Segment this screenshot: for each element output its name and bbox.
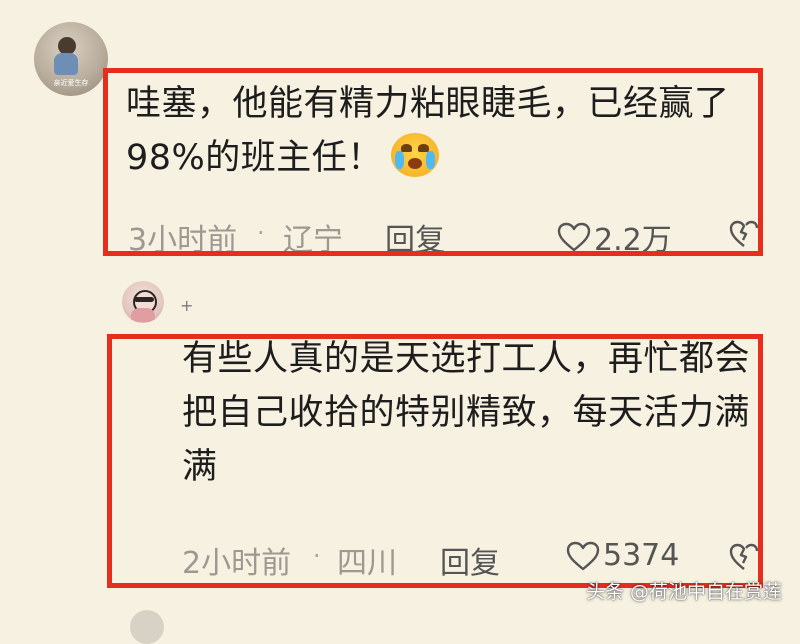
dislike-icon[interactable] xyxy=(728,219,760,249)
watermark: 头条 @荷池中自在赏莲 xyxy=(585,581,782,603)
like-count: 2.2万 xyxy=(594,223,672,258)
avatar-glasses xyxy=(134,297,154,302)
commenter-avatar[interactable]: 亲近爱生存 xyxy=(34,22,108,96)
reply-text: 有些人真的是天选打工人，再忙都会把自己收拾的特别精致，每天活力满满 xyxy=(182,339,751,487)
like-count: 5374 xyxy=(603,538,680,573)
like-button[interactable]: 5374 xyxy=(565,538,679,573)
dislike-icon[interactable] xyxy=(728,542,760,572)
comment-text: 哇塞，他能有精力粘眼睫毛，已经赢了98%的班主任！ xyxy=(126,77,766,185)
replier-avatar[interactable] xyxy=(122,281,164,323)
avatar-body xyxy=(131,308,155,322)
crying-laughing-emoji-icon xyxy=(390,133,439,177)
next-commenter-avatar[interactable] xyxy=(130,610,164,644)
meta-separator: · xyxy=(257,219,265,247)
reply-button[interactable]: 回复 xyxy=(440,538,500,582)
avatar-caption: 亲近爱生存 xyxy=(53,79,89,87)
comment-location: 辽宁 xyxy=(283,223,343,258)
comment-time: 3小时前 xyxy=(128,223,238,258)
avatar-kid-body xyxy=(54,53,78,75)
reply-location: 四川 xyxy=(337,546,397,581)
like-button[interactable]: 2.2万 xyxy=(556,215,672,259)
reply-username[interactable]: + xyxy=(180,296,193,315)
heart-icon xyxy=(557,222,591,252)
heart-icon xyxy=(566,541,600,570)
reply-time: 2小时前 xyxy=(182,546,292,581)
meta-separator: · xyxy=(313,542,321,570)
reply-button[interactable]: 回复 xyxy=(385,215,445,259)
